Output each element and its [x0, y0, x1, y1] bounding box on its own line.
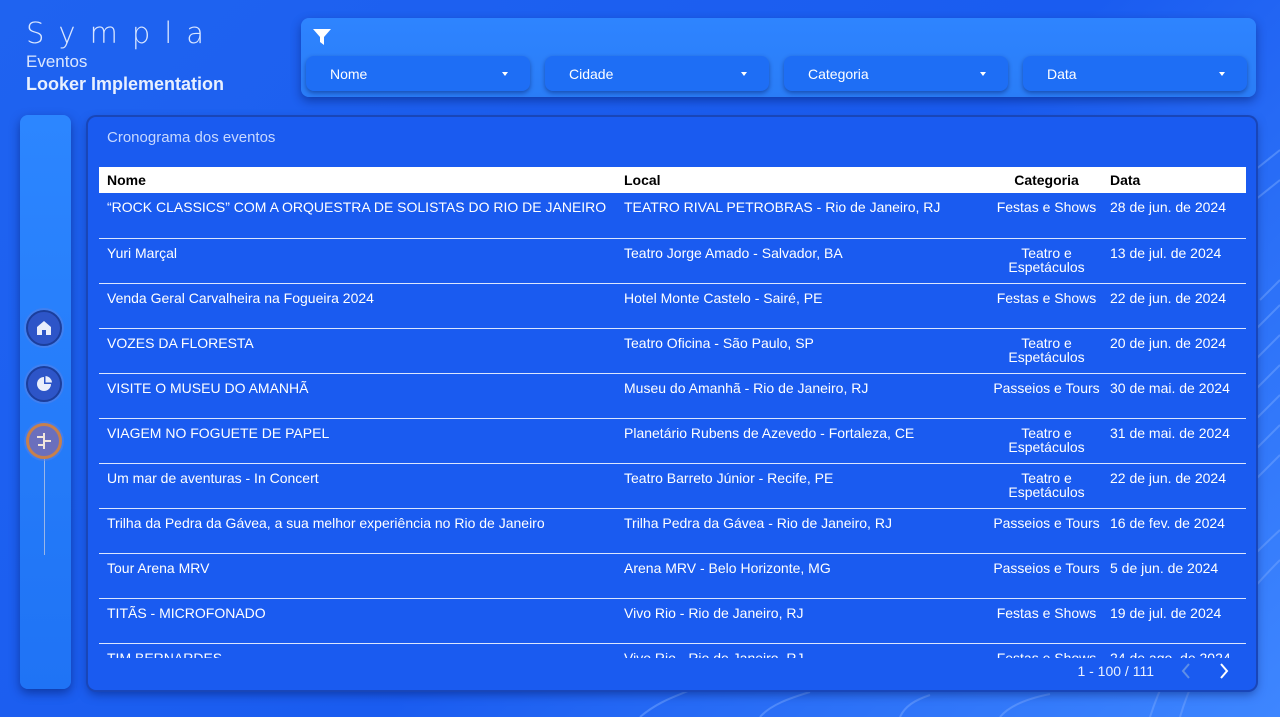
cell-categoria: Festas e Shows [991, 283, 1102, 329]
cell-local: Trilha Pedra da Gávea - Rio de Janeiro, … [616, 508, 991, 554]
cell-nome: VISITE O MUSEU DO AMANHÃ [99, 373, 616, 419]
chevron-left-icon [1181, 663, 1190, 679]
cell-nome: TITÃS - MICROFONADO [99, 598, 616, 644]
filter-categoria-label: Categoria [808, 66, 869, 82]
cell-categoria: Teatro e Espetáculos [991, 463, 1102, 509]
column-header-categoria[interactable]: Categoria [991, 167, 1102, 193]
cell-categoria: Festas e Shows [991, 643, 1102, 658]
pagination: 1 - 100 / 111 [1077, 662, 1232, 680]
cell-data: 30 de mai. de 2024 [1102, 373, 1246, 419]
chevron-right-icon [1220, 663, 1229, 679]
nav-schedule-button[interactable] [26, 423, 62, 459]
column-header-nome[interactable]: Nome [99, 167, 616, 193]
cell-local: Teatro Barreto Júnior - Recife, PE [616, 463, 991, 509]
table-row[interactable]: Venda Geral Carvalheira na Fogueira 2024… [99, 283, 1246, 329]
cell-nome: Yuri Marçal [99, 238, 616, 284]
column-header-data[interactable]: Data [1102, 167, 1246, 193]
table-row[interactable]: Yuri Marçal Teatro Jorge Amado - Salvado… [99, 238, 1246, 284]
cell-data: 19 de jul. de 2024 [1102, 598, 1246, 644]
filter-icon [313, 29, 331, 45]
brand-subtitle: Eventos [26, 52, 88, 71]
table-row[interactable]: Tour Arena MRV Arena MRV - Belo Horizont… [99, 553, 1246, 599]
cell-data: 24 de ago. de 2024 [1102, 643, 1246, 658]
pie-chart-icon [37, 376, 52, 391]
cell-data: 13 de jul. de 2024 [1102, 238, 1246, 284]
cell-nome: VIAGEM NO FOGUETE DE PAPEL [99, 418, 616, 464]
cell-categoria: Teatro e Espetáculos [991, 328, 1102, 374]
chevron-down-icon [980, 72, 986, 76]
next-page-button[interactable] [1216, 662, 1232, 680]
cell-data: 20 de jun. de 2024 [1102, 328, 1246, 374]
cell-local: Arena MRV - Belo Horizonte, MG [616, 553, 991, 599]
cell-nome: Trilha da Pedra da Gávea, a sua melhor e… [99, 508, 616, 554]
events-table: Nome Local Categoria Data “ROCK CLASSICS… [99, 167, 1246, 658]
cell-local: TEATRO RIVAL PETROBRAS - Rio de Janeiro,… [616, 193, 991, 239]
cell-data: 28 de jun. de 2024 [1102, 193, 1246, 239]
table-row[interactable]: Um mar de aventuras - In Concert Teatro … [99, 463, 1246, 509]
chevron-down-icon [1219, 72, 1225, 76]
nav-home-button[interactable] [26, 310, 62, 346]
filter-data-label: Data [1047, 66, 1077, 82]
table-row[interactable]: VIAGEM NO FOGUETE DE PAPEL Planetário Ru… [99, 418, 1246, 464]
filter-cidade-dropdown[interactable]: Cidade [545, 56, 769, 91]
cell-data: 5 de jun. de 2024 [1102, 553, 1246, 599]
cell-local: Planetário Rubens de Azevedo - Fortaleza… [616, 418, 991, 464]
cell-local: Hotel Monte Castelo - Sairé, PE [616, 283, 991, 329]
cell-nome: VOZES DA FLORESTA [99, 328, 616, 374]
panel-title: Cronograma dos eventos [107, 129, 276, 146]
cell-data: 22 de jun. de 2024 [1102, 283, 1246, 329]
cell-nome: TIM BERNARDES [99, 643, 616, 658]
cell-data: 31 de mai. de 2024 [1102, 418, 1246, 464]
home-icon [37, 321, 51, 335]
cell-categoria: Festas e Shows [991, 193, 1102, 239]
table-row[interactable]: TITÃS - MICROFONADO Vivo Rio - Rio de Ja… [99, 598, 1246, 644]
cell-nome: Venda Geral Carvalheira na Fogueira 2024 [99, 283, 616, 329]
cell-nome: Tour Arena MRV [99, 553, 616, 599]
table-header-row: Nome Local Categoria Data [99, 167, 1246, 193]
cell-categoria: Festas e Shows [991, 598, 1102, 644]
cell-local: Vivo Rio - Rio de Janeiro, RJ [616, 598, 991, 644]
table-row[interactable]: “ROCK CLASSICS” COM A ORQUESTRA DE SOLIS… [99, 193, 1246, 239]
nav-overview-button[interactable] [26, 366, 62, 402]
filter-cidade-label: Cidade [569, 66, 614, 82]
cell-nome: “ROCK CLASSICS” COM A ORQUESTRA DE SOLIS… [99, 193, 616, 239]
brand-header: Sympla Eventos Looker Implementation [26, 16, 224, 95]
events-table-container[interactable]: Nome Local Categoria Data “ROCK CLASSICS… [99, 167, 1246, 658]
side-navigation [20, 115, 71, 689]
chevron-down-icon [741, 72, 747, 76]
cell-categoria: Passeios e Tours [991, 553, 1102, 599]
nav-connector-line [44, 455, 45, 555]
sympla-logo: Sympla [26, 16, 219, 50]
cell-local: Museu do Amanhã - Rio de Janeiro, RJ [616, 373, 991, 419]
events-schedule-panel: Cronograma dos eventos Nome Local Catego… [88, 117, 1256, 690]
cell-data: 22 de jun. de 2024 [1102, 463, 1246, 509]
cell-local: Teatro Oficina - São Paulo, SP [616, 328, 991, 374]
timeline-icon [37, 433, 51, 449]
cell-local: Teatro Jorge Amado - Salvador, BA [616, 238, 991, 284]
cell-categoria: Teatro e Espetáculos [991, 418, 1102, 464]
table-row[interactable]: Trilha da Pedra da Gávea, a sua melhor e… [99, 508, 1246, 554]
pagination-range: 1 - 100 / 111 [1077, 663, 1154, 679]
cell-nome: Um mar de aventuras - In Concert [99, 463, 616, 509]
cell-categoria: Teatro e Espetáculos [991, 238, 1102, 284]
filter-nome-label: Nome [330, 66, 368, 82]
cell-local: Vivo Rio - Rio de Janeiro, RJ [616, 643, 991, 658]
filter-categoria-dropdown[interactable]: Categoria [784, 56, 1008, 91]
table-row[interactable]: TIM BERNARDES Vivo Rio - Rio de Janeiro,… [99, 643, 1246, 658]
brand-report-title: Looker Implementation [26, 74, 225, 94]
column-header-local[interactable]: Local [616, 167, 991, 193]
table-row[interactable]: VOZES DA FLORESTA Teatro Oficina - São P… [99, 328, 1246, 374]
table-row[interactable]: VISITE O MUSEU DO AMANHÃ Museu do Amanhã… [99, 373, 1246, 419]
previous-page-button[interactable] [1178, 662, 1194, 680]
cell-categoria: Passeios e Tours [991, 373, 1102, 419]
filter-data-dropdown[interactable]: Data [1023, 56, 1247, 91]
cell-categoria: Passeios e Tours [991, 508, 1102, 554]
filter-panel: Nome Cidade Categoria Data [301, 18, 1256, 97]
cell-data: 16 de fev. de 2024 [1102, 508, 1246, 554]
chevron-down-icon [502, 72, 508, 76]
filter-nome-dropdown[interactable]: Nome [306, 56, 530, 91]
